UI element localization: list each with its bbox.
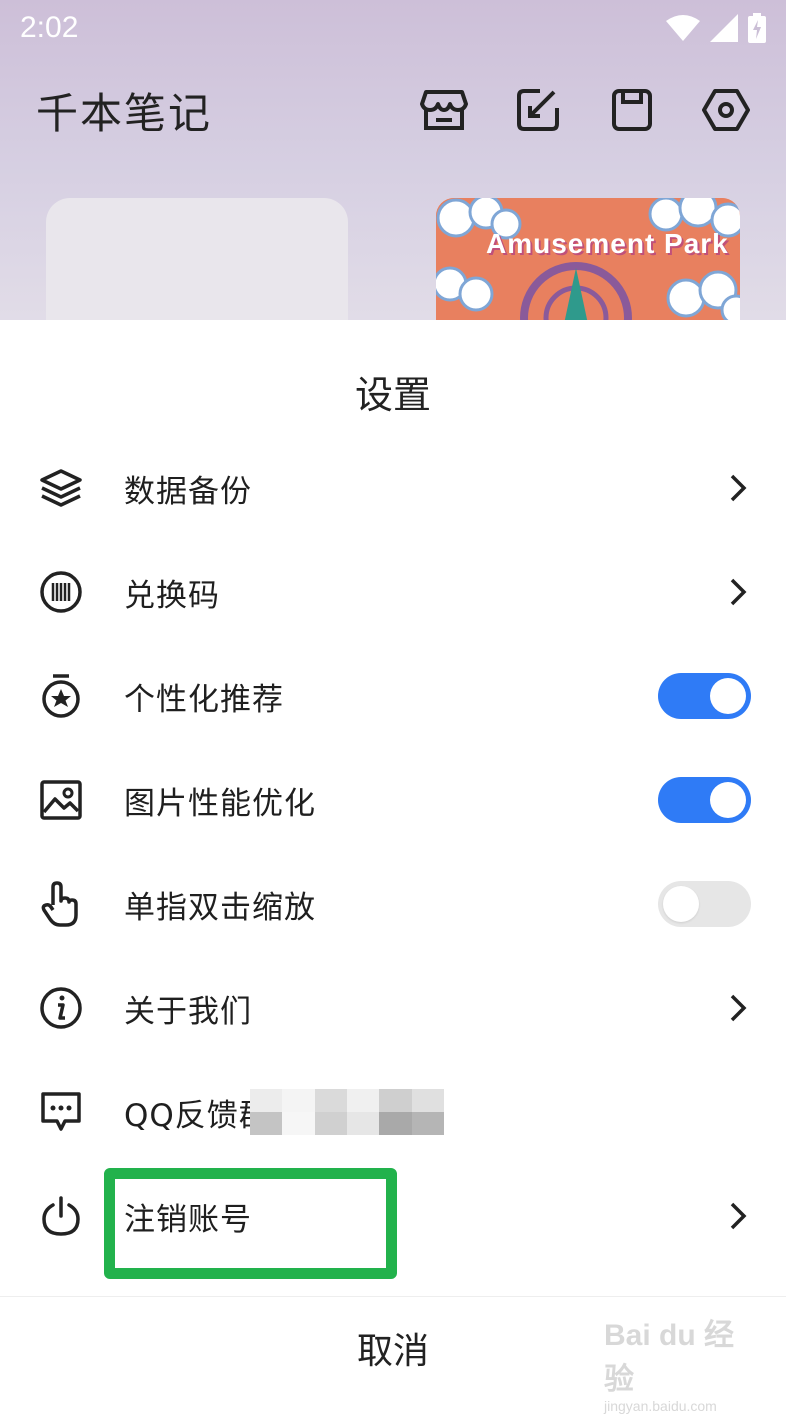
- app-title: 千本笔记: [36, 88, 213, 138]
- baidu-jingyan-watermark: Bai du 经验 jingyan.baidu.com: [604, 1310, 754, 1414]
- checkin-icon[interactable]: [514, 86, 562, 134]
- status-time: 2:02: [20, 11, 79, 44]
- barcode-icon: [38, 569, 84, 615]
- settings-row-double-tap-zoom: 单指双击缩放: [0, 852, 786, 956]
- image-icon: [38, 777, 84, 823]
- chevron-right-icon: [730, 474, 747, 502]
- watermark-main: Bai du 经验: [604, 1319, 735, 1396]
- toggle-image-optimization[interactable]: [658, 777, 751, 823]
- shop-icon[interactable]: [420, 86, 468, 134]
- header-icons: [420, 86, 750, 134]
- battery-icon: [748, 13, 766, 43]
- toggle-knob: [663, 886, 699, 922]
- toggle-double-tap-zoom[interactable]: [658, 881, 751, 927]
- toggle-knob: [710, 678, 746, 714]
- settings-row-data-backup[interactable]: 数据备份: [0, 436, 786, 540]
- settings-row-about-us[interactable]: 关于我们: [0, 956, 786, 1060]
- status-icons: [666, 13, 766, 43]
- settings-row-label: QQ反馈群: [124, 1097, 271, 1134]
- chat-icon: [38, 1089, 84, 1135]
- settings-row-label: 关于我们: [124, 993, 252, 1030]
- watermark-sub: jingyan.baidu.com: [604, 1398, 717, 1414]
- toggle-personalized-recommendation[interactable]: [658, 673, 751, 719]
- power-icon: [38, 1193, 84, 1239]
- highlight-annotation-box: [104, 1168, 397, 1279]
- chevron-right-icon: [730, 1202, 747, 1230]
- redacted-mosaic: [250, 1089, 444, 1135]
- save-icon[interactable]: [608, 86, 656, 134]
- chevron-right-icon: [730, 994, 747, 1022]
- settings-row-image-optimization: 图片性能优化: [0, 748, 786, 852]
- settings-row-label: 图片性能优化: [124, 785, 316, 822]
- chevron-right-icon: [730, 578, 747, 606]
- settings-row-label: 数据备份: [124, 473, 252, 510]
- settings-row-label: 单指双击缩放: [124, 889, 316, 926]
- app-header: 千本笔记: [0, 70, 786, 150]
- layers-icon: [38, 465, 84, 511]
- cover-title: Amusement Park: [486, 228, 729, 259]
- signal-icon: [710, 14, 738, 42]
- sheet-title: 设置: [354, 373, 431, 417]
- settings-icon[interactable]: [702, 86, 750, 134]
- settings-row-personalized-recommendation: 个性化推荐: [0, 644, 786, 748]
- wifi-icon: [666, 15, 700, 41]
- settings-row-redeem-code[interactable]: 兑换码: [0, 540, 786, 644]
- settings-row-label: 兑换码: [124, 577, 220, 614]
- finger-tap-icon: [38, 881, 84, 927]
- settings-row-label: 个性化推荐: [124, 681, 284, 718]
- status-bar: 2:02: [0, 0, 786, 56]
- info-icon: [38, 985, 84, 1031]
- toggle-knob: [710, 782, 746, 818]
- badge-icon: [38, 673, 84, 719]
